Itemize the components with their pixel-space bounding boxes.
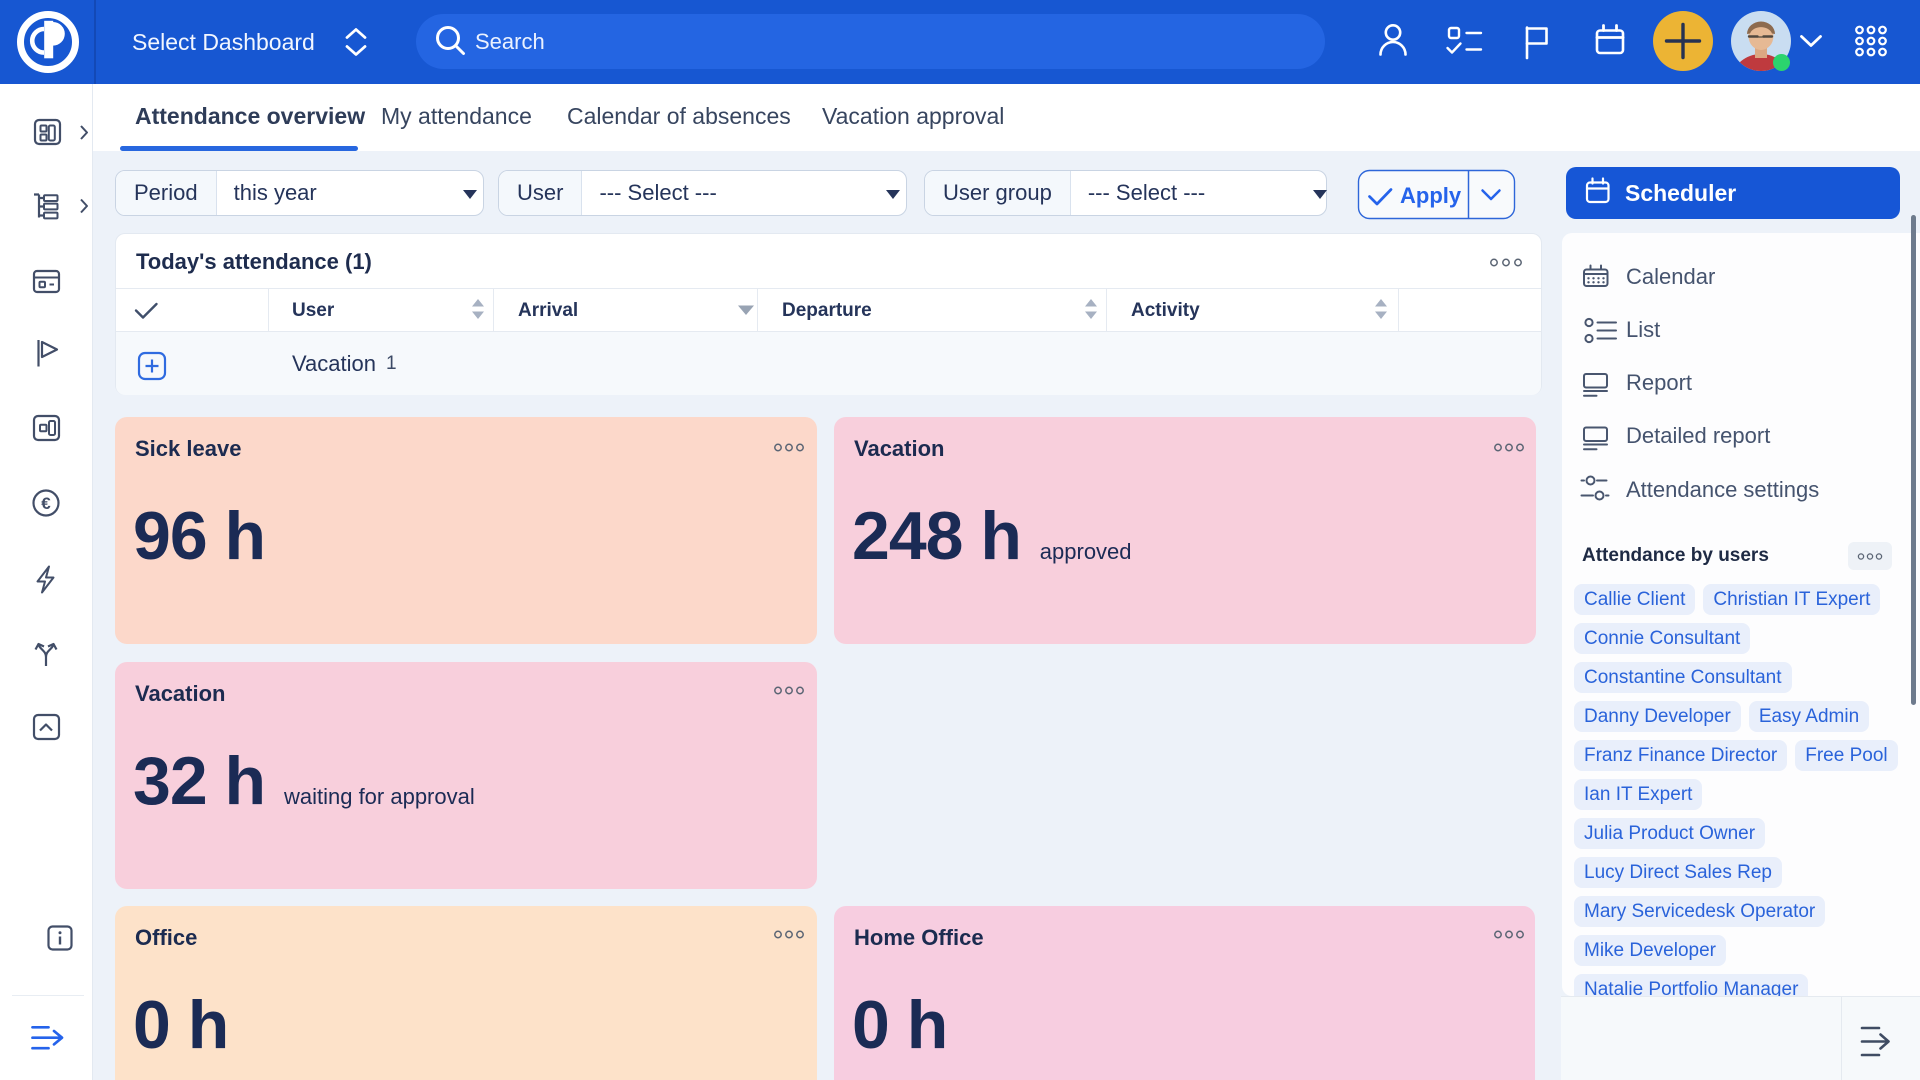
svg-text:Apply: Apply (1400, 183, 1462, 208)
svg-text:€: € (41, 494, 51, 513)
